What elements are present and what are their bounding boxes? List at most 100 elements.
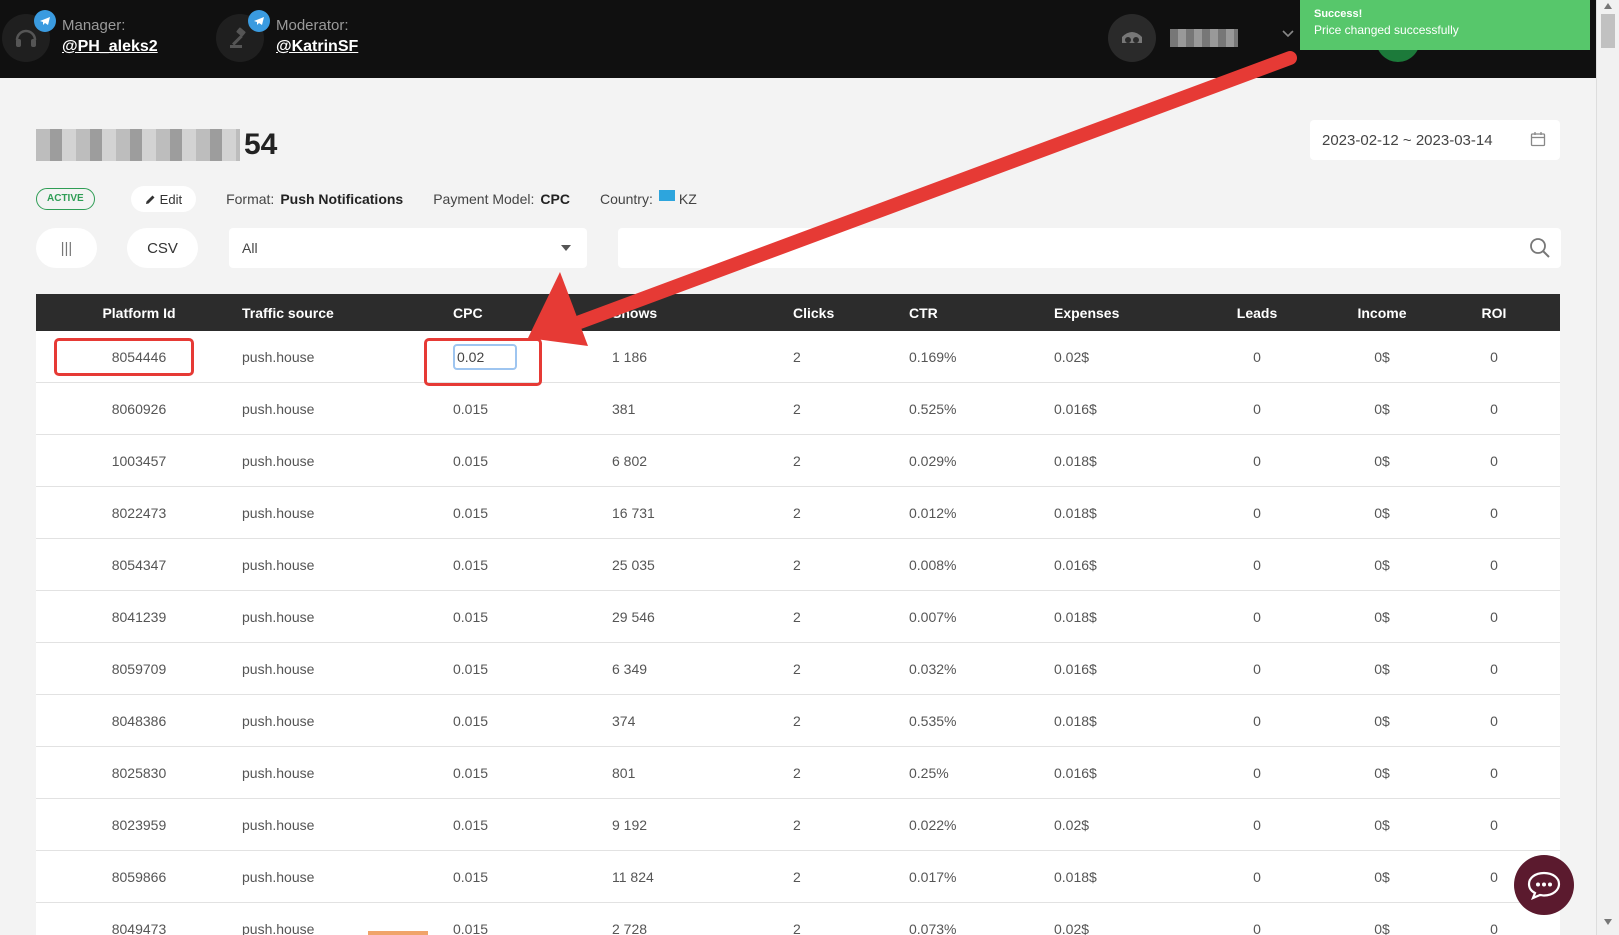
table-cell: 0 bbox=[1253, 868, 1261, 885]
table-cell: 0 bbox=[1253, 400, 1261, 417]
table-row: 8025830 push.house 0.015 801 2 0.25% 0.016$ 0 0$… bbox=[36, 747, 1560, 799]
table-cell[interactable]: 0.015 bbox=[453, 713, 612, 729]
table-cell: 2 728 bbox=[612, 920, 648, 935]
table-cell: 0.007% bbox=[909, 608, 957, 625]
table-cell: 0.073% bbox=[909, 920, 957, 935]
column-header[interactable]: Traffic source bbox=[242, 305, 453, 321]
chevron-down-icon[interactable] bbox=[1282, 30, 1294, 38]
table-cell: 8049473 bbox=[111, 920, 167, 935]
annotation-highlight-platform-id bbox=[54, 338, 194, 376]
table-cell: 0 bbox=[1490, 816, 1498, 833]
scroll-up-arrow[interactable] bbox=[1604, 3, 1612, 9]
column-header[interactable]: Leads bbox=[1194, 305, 1320, 321]
date-range-picker[interactable]: 2023-02-12 ~ 2023-03-14 bbox=[1310, 120, 1560, 160]
table-cell: 0 bbox=[1490, 608, 1498, 625]
table-cell: 0 bbox=[1490, 400, 1498, 417]
column-header[interactable]: ROI bbox=[1444, 305, 1544, 321]
table-cell: 0 bbox=[1490, 660, 1498, 677]
table-cell[interactable]: 0.015 bbox=[453, 453, 612, 469]
table-row: 8059866 push.house 0.015 11 824 2 0.017% 0.018… bbox=[36, 851, 1560, 903]
table-cell: 0 bbox=[1490, 712, 1498, 729]
table-cell: 0.016$ bbox=[1054, 556, 1097, 573]
columns-button[interactable]: ||| bbox=[36, 228, 97, 268]
user-name-redacted bbox=[1170, 29, 1238, 47]
table-cell: 2 bbox=[793, 348, 801, 365]
table-cell[interactable]: 0.015 bbox=[453, 609, 612, 625]
kz-flag-icon bbox=[658, 189, 675, 201]
table-cell: 0 bbox=[1490, 348, 1498, 365]
column-header[interactable]: Platform Id bbox=[36, 305, 242, 321]
table-cell: 1003457 bbox=[111, 452, 167, 469]
table-cell: 0.02$ bbox=[1054, 348, 1090, 365]
table-cell[interactable]: 0.015 bbox=[453, 921, 612, 935]
table-cell: push.house bbox=[242, 660, 315, 677]
manager-handle-link[interactable]: @PH_aleks2 bbox=[62, 35, 158, 59]
table-cell: 29 546 bbox=[612, 608, 655, 625]
user-menu[interactable] bbox=[1108, 14, 1238, 62]
table-cell: 8054347 bbox=[111, 556, 167, 573]
search-input[interactable] bbox=[618, 228, 1561, 268]
search-icon[interactable] bbox=[1529, 237, 1551, 259]
column-header[interactable]: CPC bbox=[453, 305, 612, 321]
scroll-down-arrow[interactable] bbox=[1604, 919, 1612, 925]
payment-model-value: CPC bbox=[540, 191, 570, 207]
table-cell: 2 bbox=[793, 400, 801, 417]
table-row: 8054446push.house1 18620.169%0.02$00$0 bbox=[36, 331, 1560, 383]
table-cell: push.house bbox=[242, 556, 315, 573]
page-scrollbar[interactable] bbox=[1596, 0, 1619, 935]
table-cell: 8048386 bbox=[111, 712, 167, 729]
telegram-icon[interactable] bbox=[248, 10, 270, 32]
edit-button[interactable]: Edit bbox=[130, 186, 197, 212]
chat-button[interactable] bbox=[1514, 855, 1574, 915]
table-cell: 801 bbox=[612, 764, 636, 781]
page-progress-strip bbox=[368, 931, 428, 935]
annotation-highlight-cpc bbox=[424, 338, 542, 386]
table-cell: 0.016$ bbox=[1054, 660, 1097, 677]
success-toast[interactable]: Success! Price changed successfully bbox=[1300, 0, 1590, 50]
table-cell: 381 bbox=[612, 400, 636, 417]
date-range-value: 2023-02-12 ~ 2023-03-14 bbox=[1322, 131, 1493, 149]
table-cell: 0.022% bbox=[909, 816, 957, 833]
table-cell[interactable]: 0.015 bbox=[453, 661, 612, 677]
table-cell: 6 802 bbox=[612, 452, 648, 469]
table-cell: 0$ bbox=[1374, 452, 1390, 469]
table-cell: 0$ bbox=[1374, 868, 1390, 885]
table-cell: 0 bbox=[1253, 556, 1261, 573]
column-header[interactable]: Shows bbox=[612, 305, 793, 321]
column-header[interactable]: Clicks bbox=[793, 305, 909, 321]
csv-export-button[interactable]: CSV bbox=[127, 228, 198, 268]
table-cell: 0.012% bbox=[909, 504, 957, 521]
status-badge: ACTIVE bbox=[36, 188, 95, 210]
table-cell: 0.018$ bbox=[1054, 608, 1097, 625]
table-cell: 0$ bbox=[1374, 504, 1390, 521]
manager-role-label: Manager: bbox=[62, 17, 126, 34]
moderator-handle-link[interactable]: @KatrinSF bbox=[276, 35, 358, 59]
table-cell: 0.018$ bbox=[1054, 504, 1097, 521]
table-cell: 0.016$ bbox=[1054, 764, 1097, 781]
table-cell: 0 bbox=[1490, 556, 1498, 573]
telegram-icon[interactable] bbox=[34, 10, 56, 32]
table-cell[interactable]: 0.015 bbox=[453, 869, 612, 885]
table-cell[interactable]: 0.015 bbox=[453, 557, 612, 573]
column-header[interactable]: Expenses bbox=[1054, 305, 1194, 321]
table-cell: 0.525% bbox=[909, 400, 957, 417]
column-header[interactable]: Income bbox=[1320, 305, 1444, 321]
table-row: 1003457 push.house 0.015 6 802 2 0.029% 0.018$… bbox=[36, 435, 1560, 487]
table-cell[interactable]: 0.015 bbox=[453, 505, 612, 521]
table-cell: 0 bbox=[1253, 660, 1261, 677]
scrollbar-thumb[interactable] bbox=[1601, 14, 1615, 48]
chat-bubble-icon bbox=[1527, 871, 1561, 900]
table-cell: 0$ bbox=[1374, 712, 1390, 729]
user-avatar-icon[interactable] bbox=[1108, 14, 1156, 62]
filter-select[interactable]: All bbox=[229, 228, 587, 268]
table-cell[interactable]: 0.015 bbox=[453, 817, 612, 833]
table-cell: 0 bbox=[1253, 920, 1261, 935]
toast-message: Price changed successfully bbox=[1314, 23, 1459, 37]
column-header[interactable]: CTR bbox=[909, 305, 1054, 321]
table-cell[interactable]: 0.015 bbox=[453, 765, 612, 781]
table-cell[interactable]: 0.015 bbox=[453, 401, 612, 417]
table-cell: 11 824 bbox=[612, 868, 654, 885]
table-row: 8022473 push.house 0.015 16 731 2 0.012% 0.018… bbox=[36, 487, 1560, 539]
table-cell: 8022473 bbox=[111, 504, 167, 521]
table-cell: 2 bbox=[793, 712, 801, 729]
